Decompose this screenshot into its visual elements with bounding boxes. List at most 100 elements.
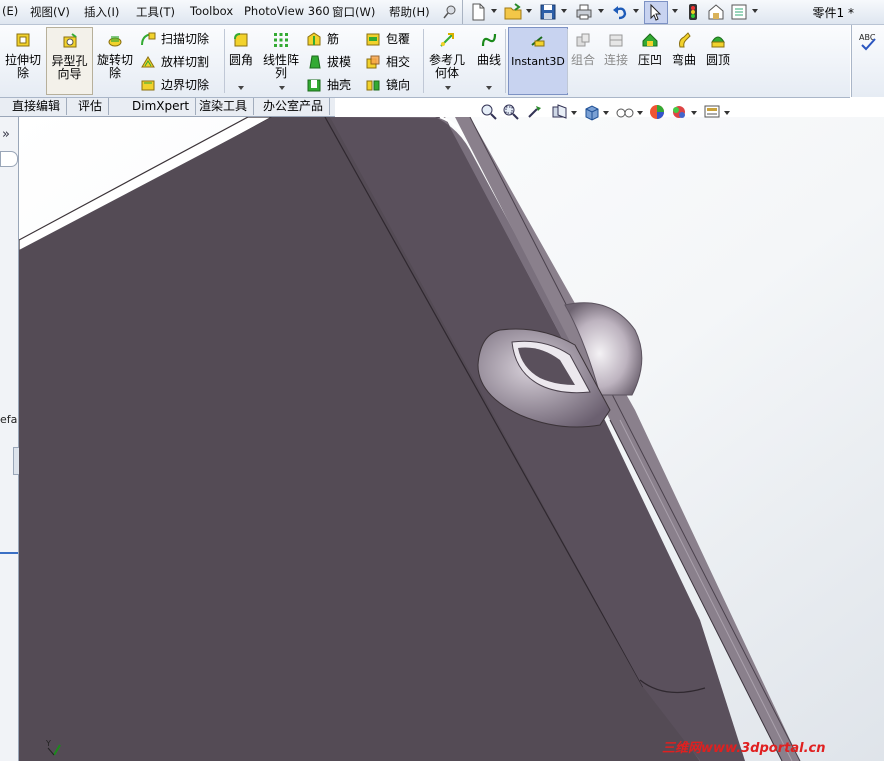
chevron-down-icon[interactable] bbox=[526, 9, 532, 13]
chevron-down-icon[interactable] bbox=[752, 9, 758, 13]
options-icon[interactable] bbox=[729, 2, 749, 22]
chevron-down-icon[interactable] bbox=[238, 86, 244, 90]
chevron-down-icon[interactable] bbox=[279, 86, 285, 90]
fillet-icon bbox=[234, 33, 248, 47]
undo-icon[interactable] bbox=[610, 2, 630, 22]
chevron-down-icon[interactable] bbox=[672, 9, 678, 13]
select-tool-button[interactable] bbox=[644, 1, 668, 24]
print-icon[interactable] bbox=[574, 2, 594, 22]
combine-button[interactable]: 组合 bbox=[570, 27, 596, 67]
separator bbox=[423, 29, 424, 93]
chevron-down-icon[interactable] bbox=[724, 111, 730, 115]
apply-scene-icon[interactable] bbox=[670, 103, 688, 121]
mirror-icon bbox=[366, 80, 380, 91]
zoom-to-area-icon[interactable] bbox=[502, 103, 520, 121]
wrap-label: 包覆 bbox=[386, 32, 411, 46]
draft-label: 拔模 bbox=[327, 55, 352, 69]
tab-direct-editing[interactable]: 直接编辑 bbox=[6, 98, 68, 115]
lofted-cut-label: 放样切割 bbox=[161, 55, 210, 69]
rib-button[interactable]: 筋 bbox=[306, 29, 339, 49]
rebuild-icon[interactable] bbox=[683, 2, 703, 22]
menu-edit[interactable]: (E) bbox=[2, 4, 18, 18]
intersect-button[interactable]: 相交 bbox=[365, 52, 410, 72]
previous-view-icon[interactable] bbox=[526, 103, 544, 121]
chevron-down-icon[interactable] bbox=[598, 9, 604, 13]
spell-check-icon[interactable]: ABC bbox=[858, 31, 880, 53]
chevron-down-icon[interactable] bbox=[445, 86, 451, 90]
dome-label: 圆顶 bbox=[705, 53, 730, 67]
dome-button[interactable]: 圆顶 bbox=[705, 27, 731, 67]
menu-insert[interactable]: 插入(I) bbox=[84, 4, 119, 20]
menu-window[interactable]: 窗口(W) bbox=[332, 4, 375, 20]
hole-wizard-button[interactable]: 异型孔 向导 bbox=[46, 27, 93, 95]
expand-panel-button[interactable]: » bbox=[2, 127, 10, 142]
display-style-icon[interactable] bbox=[614, 103, 636, 121]
menu-tools[interactable]: 工具(T) bbox=[136, 4, 175, 20]
cursor-arrow-icon bbox=[650, 3, 662, 21]
instant3d-button[interactable]: Instant3D bbox=[508, 27, 568, 95]
chevron-down-icon[interactable] bbox=[691, 111, 697, 115]
curves-button[interactable]: 曲线 bbox=[474, 27, 504, 67]
shell-label: 抽壳 bbox=[327, 78, 352, 92]
edit-appearance-icon[interactable] bbox=[648, 103, 666, 121]
chevron-down-icon[interactable] bbox=[571, 111, 577, 115]
dome-icon bbox=[711, 36, 725, 48]
wrap-button[interactable]: 包覆 bbox=[365, 29, 410, 49]
mirror-button[interactable]: 镜向 bbox=[365, 75, 410, 95]
graphics-viewport[interactable]: Y bbox=[19, 117, 884, 761]
chevron-down-icon[interactable] bbox=[603, 111, 609, 115]
flex-icon bbox=[679, 32, 691, 48]
draft-icon bbox=[309, 55, 321, 69]
separator bbox=[224, 29, 225, 93]
chevron-down-icon[interactable] bbox=[633, 9, 639, 13]
extruded-cut-button[interactable]: 拉伸切 除 bbox=[2, 27, 44, 80]
tree-filter-field[interactable] bbox=[0, 151, 18, 167]
linear-pattern-label: 线性阵 列 bbox=[262, 53, 299, 80]
tab-evaluate[interactable]: 评估 bbox=[72, 98, 110, 115]
zoom-to-fit-icon[interactable] bbox=[480, 103, 498, 121]
open-folder-icon[interactable] bbox=[503, 2, 523, 22]
indent-label: 压凹 bbox=[637, 53, 662, 67]
indent-button[interactable]: 压凹 bbox=[637, 27, 663, 67]
chevron-down-icon[interactable] bbox=[491, 9, 497, 13]
chevron-down-icon[interactable] bbox=[561, 9, 567, 13]
fillet-button[interactable]: 圆角 bbox=[227, 27, 255, 67]
flex-button[interactable]: 弯曲 bbox=[671, 27, 697, 67]
spell-check-panel: ABC bbox=[851, 25, 884, 97]
chevron-down-icon[interactable] bbox=[486, 86, 492, 90]
combine-label: 组合 bbox=[570, 53, 595, 67]
section-view-icon[interactable] bbox=[550, 103, 570, 121]
new-document-icon[interactable] bbox=[468, 2, 488, 22]
intersect-icon bbox=[366, 55, 380, 69]
file-properties-icon[interactable] bbox=[706, 2, 726, 22]
swept-cut-button[interactable]: 扫描切除 bbox=[140, 29, 209, 49]
shell-button[interactable]: 抽壳 bbox=[306, 75, 351, 95]
document-title: 零件1 * bbox=[812, 6, 854, 20]
pin-icon[interactable] bbox=[440, 2, 460, 22]
tab-dimxpert[interactable]: DimXpert bbox=[126, 98, 197, 115]
lofted-cut-button[interactable]: 放样切割 bbox=[140, 52, 209, 72]
tab-office-products[interactable]: 办公室产品 bbox=[257, 98, 331, 115]
curves-icon bbox=[481, 33, 497, 47]
reference-geometry-button[interactable]: 参考几 何体 bbox=[426, 27, 468, 80]
chevron-down-icon[interactable] bbox=[637, 111, 643, 115]
menu-help[interactable]: 帮助(H) bbox=[389, 4, 430, 20]
view-settings-icon[interactable] bbox=[702, 103, 722, 121]
linear-pattern-button[interactable]: 线性阵 列 bbox=[260, 27, 302, 80]
revolved-cut-button[interactable]: 旋转切 除 bbox=[94, 27, 136, 80]
rib-label: 筋 bbox=[327, 32, 340, 46]
tab-render-tools[interactable]: 渲染工具 bbox=[193, 98, 255, 115]
menu-toolbox[interactable]: Toolbox bbox=[190, 4, 233, 18]
draft-button[interactable]: 拔模 bbox=[306, 52, 351, 72]
menu-photoview[interactable]: PhotoView 360 bbox=[244, 4, 330, 18]
menu-view[interactable]: 视图(V) bbox=[30, 4, 70, 20]
revolved-cut-icon bbox=[108, 36, 122, 47]
fillet-label: 圆角 bbox=[228, 53, 253, 67]
boundary-cut-button[interactable]: 边界切除 bbox=[140, 75, 209, 95]
flex-label: 弯曲 bbox=[671, 53, 696, 67]
reference-geometry-icon bbox=[440, 33, 454, 47]
save-icon[interactable] bbox=[538, 2, 558, 22]
join-button[interactable]: 连接 bbox=[603, 27, 629, 67]
watermark: 三维网www.3dportal.cn bbox=[662, 741, 826, 756]
view-orientation-icon[interactable] bbox=[582, 103, 602, 121]
